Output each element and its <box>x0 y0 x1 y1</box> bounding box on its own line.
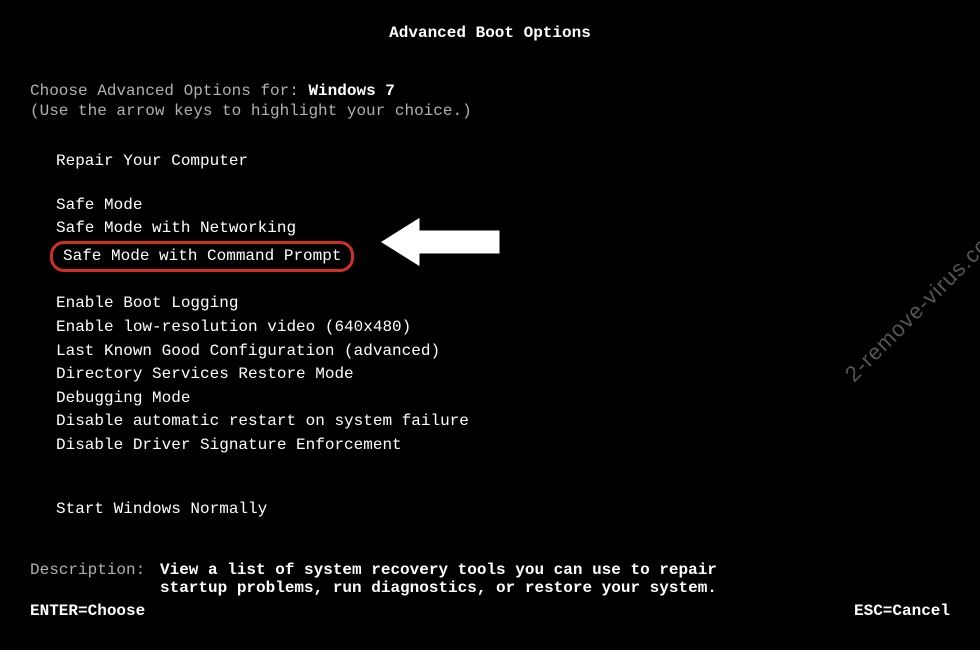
footer-esc: ESC=Cancel <box>854 602 950 620</box>
menu-item-safemode-cmd[interactable]: Safe Mode with Command Prompt <box>50 241 354 273</box>
menu-item-disable-sig[interactable]: Disable Driver Signature Enforcement <box>50 434 408 458</box>
menu-item-lkgc[interactable]: Last Known Good Configuration (advanced) <box>50 340 446 364</box>
description-text: View a list of system recovery tools you… <box>160 561 720 597</box>
menu-item-boot-logging[interactable]: Enable Boot Logging <box>50 292 244 316</box>
menu-item-safemode[interactable]: Safe Mode <box>50 194 148 218</box>
menu-item-safemode-networking[interactable]: Safe Mode with Networking <box>50 217 302 241</box>
page-title: Advanced Boot Options <box>30 24 950 42</box>
footer-enter: ENTER=Choose <box>30 602 145 620</box>
instruction-hint: (Use the arrow keys to highlight your ch… <box>30 102 950 120</box>
instruction-prefix: Choose Advanced Options for: <box>30 82 308 100</box>
menu-item-repair[interactable]: Repair Your Computer <box>50 150 254 174</box>
menu-item-debugging[interactable]: Debugging Mode <box>50 387 196 411</box>
footer-bar: ENTER=Choose ESC=Cancel <box>30 602 950 626</box>
menu-item-disable-restart[interactable]: Disable automatic restart on system fail… <box>50 410 475 434</box>
description-block: Description: View a list of system recov… <box>30 561 950 597</box>
boot-menu: Repair Your Computer Safe Mode Safe Mode… <box>50 150 950 521</box>
menu-item-start-normal[interactable]: Start Windows Normally <box>50 498 273 522</box>
boot-options-screen: Advanced Boot Options Choose Advanced Op… <box>0 0 980 650</box>
os-name: Windows 7 <box>308 82 394 100</box>
menu-item-low-res[interactable]: Enable low-resolution video (640x480) <box>50 316 417 340</box>
menu-item-dsrm[interactable]: Directory Services Restore Mode <box>50 363 360 387</box>
instruction-line: Choose Advanced Options for: Windows 7 <box>30 82 950 100</box>
description-label: Description: <box>30 561 160 597</box>
